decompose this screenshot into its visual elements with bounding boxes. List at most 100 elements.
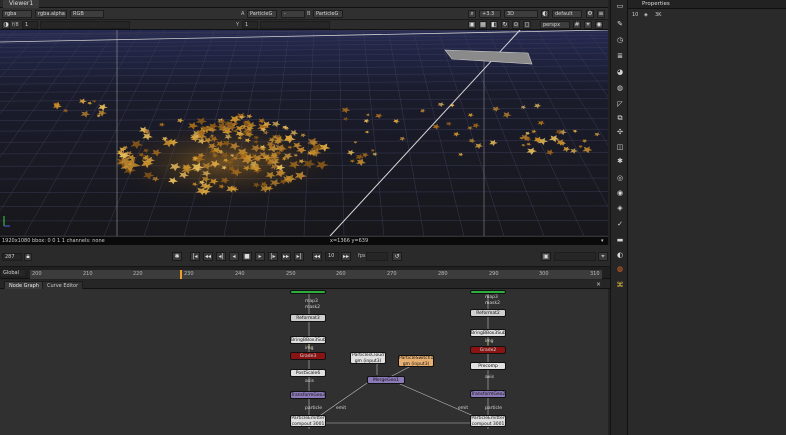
metadata-tool-icon[interactable]: ◈ xyxy=(615,204,625,213)
views-tool-icon[interactable]: ◉ xyxy=(615,189,625,198)
eye-icon[interactable]: ◉ xyxy=(595,21,603,29)
roi-icon[interactable]: ◻ xyxy=(523,21,531,29)
properties-tab[interactable]: Properties xyxy=(642,0,670,9)
filter-tool-icon[interactable]: ◍ xyxy=(615,84,625,93)
properties-mode[interactable]: 3K xyxy=(655,10,661,20)
view-mode-dropdown[interactable]: 3D xyxy=(504,10,538,18)
skip-forward-button[interactable]: ▸▸ xyxy=(341,252,351,261)
compare-mode-dropdown[interactable]: - xyxy=(281,10,305,18)
node-grade-right[interactable]: Grade2 xyxy=(470,346,506,354)
input-a-dropdown[interactable]: ParticleG xyxy=(247,10,277,18)
frame-icon[interactable]: ▣ xyxy=(468,21,476,29)
properties-lock-icon[interactable]: ◈ xyxy=(644,10,648,20)
tab-curve-editor[interactable]: Curve Editor xyxy=(42,281,84,289)
fps-field[interactable] xyxy=(366,252,388,261)
tab-node-graph[interactable]: Node Graph xyxy=(4,281,44,289)
gain-slider[interactable] xyxy=(40,21,130,29)
settings-icon[interactable]: ⚙ xyxy=(586,10,594,18)
furnace-tool-icon[interactable]: ◐ xyxy=(615,251,625,260)
layer-dropdown[interactable]: rgba.alpha xyxy=(35,10,67,18)
gamma-field[interactable]: 1 xyxy=(242,21,258,29)
timeline-range-dropdown[interactable]: Global xyxy=(0,269,26,277)
lock-range-icon[interactable]: 🔒︎ xyxy=(24,253,32,261)
checker-icon[interactable]: ▦ xyxy=(479,21,487,29)
zoom-icon[interactable]: ⌕ xyxy=(468,10,476,18)
node-read-right[interactable] xyxy=(470,290,506,294)
keyer-tool-icon[interactable]: ◸ xyxy=(615,100,625,109)
clip-icon[interactable]: ◧ xyxy=(490,21,498,29)
other-tool-icon[interactable]: ▬ xyxy=(615,236,625,245)
deep-tool-icon[interactable]: ◎ xyxy=(615,174,625,183)
color-tool-icon[interactable]: ◕ xyxy=(615,68,625,77)
node-particle-emitter-left[interactable]: ParticleEmitter compout 3001 xyxy=(290,415,326,427)
3d-tool-icon[interactable]: ◫ xyxy=(615,143,625,152)
light-icon[interactable]: ☀ xyxy=(584,21,592,29)
gain-field[interactable]: 1 xyxy=(22,21,38,29)
next-keyframe-button[interactable]: ▸▸ xyxy=(281,252,291,261)
node-grade-left[interactable]: Grade3 xyxy=(290,352,326,360)
gamma-slider[interactable] xyxy=(260,21,330,29)
toolsets-tool-icon[interactable]: ✓ xyxy=(615,220,625,229)
node-particles-cloud[interactable]: ParticlesCloud gm (input3) xyxy=(350,352,386,364)
stop-button[interactable]: ■ xyxy=(242,252,252,261)
channel-tool-icon[interactable]: ≣ xyxy=(615,52,625,61)
current-frame-field[interactable]: 287 xyxy=(2,253,22,261)
menu-icon[interactable]: ≡ xyxy=(597,10,605,18)
merge-tool-icon[interactable]: ⧉ xyxy=(615,114,625,123)
right-top-label: map3 xyxy=(485,295,498,300)
lock-icon[interactable]: ⊙ xyxy=(512,21,520,29)
node-bbox-left[interactable]: BringBBox3Subset xyxy=(290,336,326,344)
flipbook-button[interactable]: ▣ xyxy=(541,252,551,261)
time-tool-icon[interactable]: ◷ xyxy=(615,36,625,45)
3d-viewport[interactable] xyxy=(0,30,608,236)
playhead[interactable] xyxy=(180,270,182,279)
node-bbox-right[interactable]: BringBBox3Subset xyxy=(470,329,506,337)
timeline-settings-button[interactable]: ⌖ xyxy=(598,252,608,261)
draw-tool-icon[interactable]: ✎ xyxy=(615,20,625,29)
camera-dropdown[interactable]: perspx xyxy=(540,21,570,29)
node-reformat-left[interactable]: Reformat3 xyxy=(290,314,326,322)
node-precomp-right[interactable]: Precomp xyxy=(470,362,506,370)
node-particle-emitter-right[interactable]: ParticleEmitter compout 3001 xyxy=(470,415,506,427)
loop-mode-button[interactable]: ↺ xyxy=(392,252,402,261)
jog-icon[interactable]: ✱ xyxy=(172,252,182,261)
next-frame-button[interactable]: |▸ xyxy=(268,252,278,261)
skip-back-button[interactable]: ◂◂ xyxy=(312,252,322,261)
plugin-tool-icon[interactable]: ⌘ xyxy=(615,281,625,290)
last-frame-button[interactable]: ▸| xyxy=(294,252,304,261)
prev-keyframe-button[interactable]: ◂◂ xyxy=(203,252,213,261)
input-b-dropdown[interactable]: ParticleG xyxy=(313,10,343,18)
play-backward-button[interactable]: ◂ xyxy=(229,252,239,261)
zoom-dropdown[interactable]: +3.3 xyxy=(479,10,501,18)
playback-range-field[interactable] xyxy=(554,252,596,261)
image-tool-icon[interactable]: ▭ xyxy=(615,2,625,11)
node-transform-right[interactable]: TransformGeo2 xyxy=(470,390,506,398)
node-particle-switch[interactable]: ParticleSwitch1 gm (input3) xyxy=(398,355,434,367)
max-panels-field[interactable]: 10 xyxy=(632,10,638,20)
refresh-icon[interactable]: ↻ xyxy=(501,21,509,29)
first-frame-button[interactable]: |◂ xyxy=(190,252,200,261)
timeline-ruler[interactable]: 200 210 220 230 240 250 260 270 280 290 300 310 xyxy=(30,270,602,279)
gain-icon[interactable]: ◑ xyxy=(2,21,10,29)
node-postscale-left[interactable]: PostScale6 xyxy=(290,369,326,377)
node-graph[interactable]: map3 mask2 Reformat3 BringBBox3Subset im… xyxy=(0,289,608,435)
play-forward-button[interactable]: ▸ xyxy=(255,252,265,261)
node-merge-geo[interactable]: MergeGeo1 xyxy=(367,376,405,384)
prev-frame-button[interactable]: ◂| xyxy=(216,252,226,261)
particles-tool-icon[interactable]: ✱ xyxy=(615,157,625,166)
increment-field[interactable]: 10 xyxy=(325,252,339,261)
grid-icon[interactable]: # xyxy=(573,21,581,29)
transform-tool-icon[interactable]: ✣ xyxy=(615,128,625,137)
lut-dropdown[interactable]: default xyxy=(552,10,582,18)
node-read-left[interactable] xyxy=(290,290,326,294)
right-top-label2: mask2 xyxy=(485,301,500,306)
node-transform-left[interactable]: TransformGeo3 xyxy=(290,391,326,399)
panel-close-icon[interactable]: × xyxy=(596,280,601,289)
lut-icon[interactable]: ◐ xyxy=(541,10,549,18)
channels-dropdown[interactable]: rgba xyxy=(2,10,32,18)
node-reformat-right[interactable]: Reformat2 xyxy=(470,309,506,317)
ofx-tool-icon[interactable]: ◍ xyxy=(615,265,625,274)
left-lower-label: axis xyxy=(305,379,315,384)
viewer-tab[interactable]: Viewer1 xyxy=(3,0,40,8)
display-channel-dropdown[interactable]: RGB xyxy=(70,10,104,18)
